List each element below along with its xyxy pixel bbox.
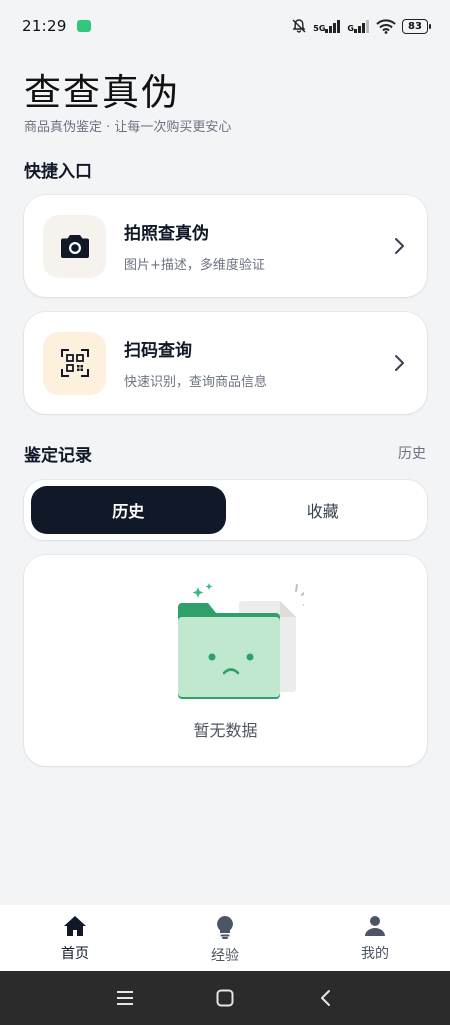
records-title: 鉴定记录 [24, 446, 92, 466]
status-icons: 5G G 83 [291, 18, 431, 34]
square-icon [216, 989, 234, 1007]
tab-history[interactable]: 历史 [31, 486, 226, 534]
bottom-nav: 首页 经验 我的 [0, 905, 450, 971]
home-icon [64, 916, 86, 936]
app-notification-icon [76, 20, 91, 32]
back-button[interactable] [310, 983, 340, 1013]
camera-icon [60, 235, 89, 258]
bell-muted-icon [292, 19, 306, 33]
empty-state-text: 暂无数据 [193, 721, 258, 740]
nav-experience-label: 经验 [211, 948, 239, 964]
back-arrow-icon [321, 990, 330, 1006]
chevron-right-icon [395, 355, 404, 371]
history-link[interactable]: 历史 [398, 443, 426, 463]
status-time: 21:29 [22, 17, 67, 35]
empty-folder-illustration [178, 583, 304, 699]
quick-entry-title: 快捷入口 [24, 162, 92, 182]
signal-bars-icon [325, 19, 341, 33]
wifi-icon [376, 18, 396, 34]
photo-check-title: 拍照查真伪 [124, 224, 209, 244]
chevron-right-icon [395, 238, 404, 254]
signal-bars-icon [354, 19, 369, 33]
photo-check-desc: 图片+描述，多维度验证 [124, 258, 265, 273]
nav-experience[interactable]: 经验 [150, 905, 300, 971]
photo-check-card[interactable]: 拍照查真伪 图片+描述，多维度验证 [24, 195, 427, 297]
qr-scan-icon [60, 349, 89, 377]
scan-query-desc: 快速识别，查询商品信息 [124, 375, 268, 390]
qr-icon-box [43, 331, 106, 395]
signal-g: G [347, 19, 370, 33]
lightbulb-icon [217, 916, 233, 939]
scan-query-card[interactable]: 扫码查询 快速识别，查询商品信息 [24, 312, 427, 414]
menu-button[interactable] [110, 983, 140, 1013]
user-icon [365, 916, 385, 936]
nav-profile[interactable]: 我的 [300, 905, 450, 971]
page-title: 查查真伪 [24, 71, 180, 114]
nav-home[interactable]: 首页 [0, 905, 150, 971]
tab-favorites[interactable]: 收藏 [226, 486, 421, 534]
menu-icon [117, 991, 133, 1005]
system-nav-bar [0, 971, 450, 1025]
records-tabs: 历史 收藏 [24, 480, 427, 540]
status-bar: 21:29 5G G 83 [0, 0, 450, 52]
nav-home-label: 首页 [61, 946, 89, 962]
nav-profile-label: 我的 [361, 946, 389, 962]
signal-5g: 5G [313, 19, 341, 33]
home-button[interactable] [210, 983, 240, 1013]
page-subtitle: 商品真伪鉴定 · 让每一次购买更安心 [24, 120, 232, 135]
empty-state-card: 暂无数据 [24, 555, 427, 766]
camera-icon-box [43, 214, 106, 278]
battery-indicator: 83 [402, 18, 431, 34]
scan-query-title: 扫码查询 [124, 341, 192, 361]
